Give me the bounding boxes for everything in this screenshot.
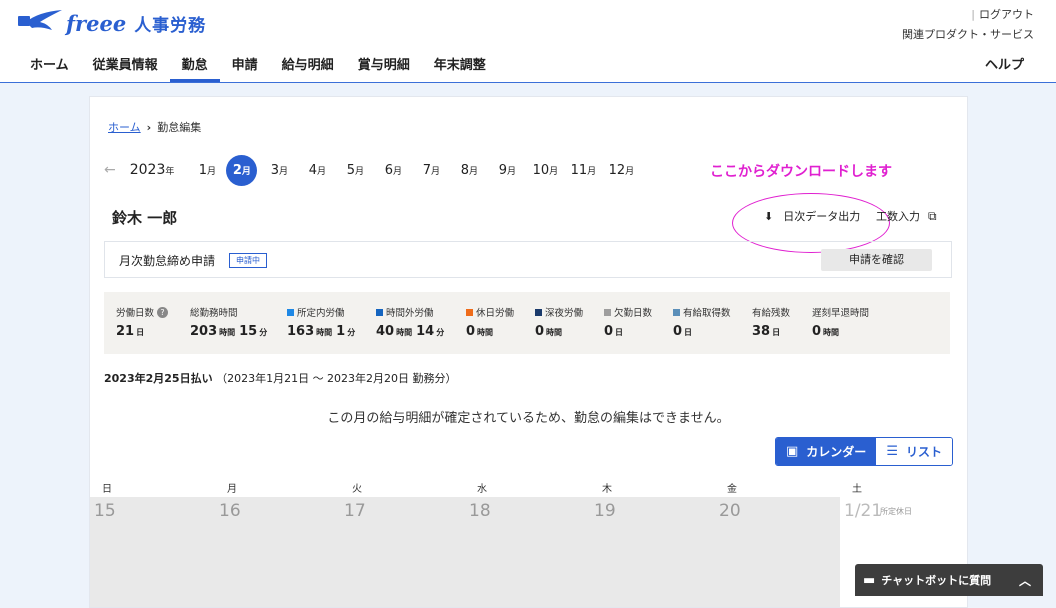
main-nav: ホーム 従業員情報 勤怠 申請 給与明細 賞与明細 年末調整 [18,50,498,82]
kosu-label: 工数入力 [876,210,920,223]
month-10[interactable]: 10月 [526,163,564,178]
weekday-tue: 火 [352,484,362,495]
stat-overtime: 時間外労働 40 時間 14 分 [376,308,445,339]
help-icon[interactable]: ? [157,306,169,318]
weekday-thu: 木 [602,484,612,495]
weekday-mon: 月 [227,484,237,495]
nav-requests[interactable]: 申請 [220,50,270,81]
calendar-day: 19 [590,497,715,607]
day-type-label: 所定休日 [880,507,912,516]
calendar-grid: 15 16 17 18 19 20 1/21 所定休日 [90,497,967,607]
pay-range: （2023年1月21日 〜 2023年2月20日 勤務分） [216,372,457,385]
nav-employees[interactable]: 従業員情報 [81,50,170,81]
breadcrumb-current: 勤怠編集 [157,121,202,134]
month-7[interactable]: 7月 [412,163,450,178]
confirm-request-button[interactable]: 申請を確認 [821,249,932,271]
help-link[interactable]: ヘルプ [985,54,1024,73]
related-products-link[interactable]: 関連プロダクト・サービス [902,25,1034,45]
product-name: 人事労務 [134,15,207,36]
breadcrumb: ホーム › 勤怠編集 [108,119,201,135]
stat-work-days: 労働日数? 21 日 [116,305,169,339]
locked-notice: この月の給与明細が確定されているため、勤怠の編集はできません。 [327,411,730,426]
chatbot-button[interactable]: ▬ チャットボットに質問 ︿ [855,564,1043,596]
stat-absence-days: 欠勤日数 0日 [604,308,653,339]
summary-stats: 労働日数? 21 日 総勤務時間 203 時間 15 分 所定内労働 163 時間 1 分 時… [104,292,950,354]
utility-links: | ログアウト 関連プロダクト・サービス [902,5,1034,45]
app-header: freee 人事労務 | ログアウト 関連プロダクト・サービス ホーム 従業員情報… [0,0,1056,83]
request-title: 月次勤怠締め申請 [119,254,216,268]
stat-total-hours: 総勤務時間 203 時間 15 分 [190,308,268,339]
month-9[interactable]: 9月 [488,163,526,178]
nav-bonus-slips[interactable]: 賞与明細 [346,50,422,81]
stat-late-early-leave: 遅刻早退時間 0 時間 [812,308,870,339]
chatbot-label: チャットボットに質問 [881,574,992,587]
daily-export-button[interactable]: ⬇ 日次データ出力 [764,208,860,224]
legend-square [673,308,680,316]
daily-export-label: 日次データ出力 [783,210,861,223]
calendar-icon: ▣ [786,444,799,459]
month-3[interactable]: 3月 [260,163,298,178]
pay-period: 2023年2月25日払い （2023年1月21日 〜 2023年2月20日 勤務… [104,370,457,386]
brand-name: freee [66,10,127,36]
calendar-day: 20 [715,497,840,607]
weekday-fri: 金 [727,484,737,495]
month-1[interactable]: 1月 [188,163,226,178]
stat-holiday-work: 休日労働 0 時間 [466,308,515,339]
month-4[interactable]: 4月 [298,163,336,178]
kosu-input-link[interactable]: 工数入力 ⧉ [876,208,937,224]
status-badge: 申請中 [229,253,267,268]
legend-square [287,308,294,316]
bird-logo-icon [18,10,62,30]
legend-square [535,308,542,316]
calendar-view-label: カレンダー [806,445,867,459]
legend-square [466,308,473,316]
weekday-sun: 日 [102,484,112,495]
arrow-left-icon[interactable]: ← [104,162,116,178]
annotation-text: ここからダウンロードします [710,164,892,180]
download-icon: ⬇ [764,209,774,223]
legend-square [604,308,611,316]
legend-square [376,308,383,316]
month-5[interactable]: 5月 [336,163,374,178]
nav-attendance[interactable]: 勤怠 [169,50,220,82]
calendar-view-button[interactable]: ▣ カレンダー [776,438,877,465]
nav-year-end[interactable]: 年末調整 [422,50,498,81]
view-toggle: ▣ カレンダー ☰ リスト [775,437,953,466]
month-12[interactable]: 12月 [602,163,640,178]
pay-date: 2023年2月25日払い [104,372,213,385]
stat-paid-leave-remaining: 有給残数 38 日 [752,308,791,339]
stat-night-work: 深夜労働 0 時間 [535,308,584,339]
month-selector: ← 2023年 1月 2月 3月 4月 5月 6月 7月 8月 9月 10月 1… [104,154,640,186]
stat-paid-leave-taken: 有給取得数 0日 [673,308,731,339]
nav-home[interactable]: ホーム [18,50,81,81]
weekday-header: 日 月 火 水 木 金 土 [90,480,967,495]
chevron-up-icon[interactable]: ︿ [1019,572,1031,589]
weekday-sat: 土 [852,484,862,495]
freee-logo[interactable]: freee 人事労務 [18,6,206,40]
external-link-icon: ⧉ [928,208,937,223]
month-2[interactable]: 2月 [226,154,258,186]
breadcrumb-home[interactable]: ホーム [108,119,141,135]
month-6[interactable]: 6月 [374,163,412,178]
calendar-day: 18 [465,497,590,607]
chevron-right-icon: › [146,120,152,134]
list-view-label: リスト [905,445,942,459]
monthly-close-request: 月次勤怠締め申請 申請中 申請を確認 [104,241,952,278]
year-label: 2023年 [129,162,175,178]
calendar-day: 16 [215,497,340,607]
nav-payslips[interactable]: 給与明細 [270,50,346,81]
employee-name: 鈴木 一郎 [112,209,178,227]
chat-bubble-icon: ▬ [863,572,876,588]
stat-scheduled-work: 所定内労働 163 時間 1 分 [287,308,356,339]
calendar-day: 17 [340,497,465,607]
list-view-button[interactable]: ☰ リスト [876,438,952,465]
list-icon: ☰ [886,444,898,459]
month-11[interactable]: 11月 [564,163,602,178]
weekday-wed: 水 [477,484,487,495]
month-8[interactable]: 8月 [450,163,488,178]
calendar-day: 15 [90,497,215,607]
attendance-panel: ホーム › 勤怠編集 ← 2023年 1月 2月 3月 4月 5月 6月 7月 … [89,96,968,608]
logout-link[interactable]: ログアウト [979,8,1034,21]
